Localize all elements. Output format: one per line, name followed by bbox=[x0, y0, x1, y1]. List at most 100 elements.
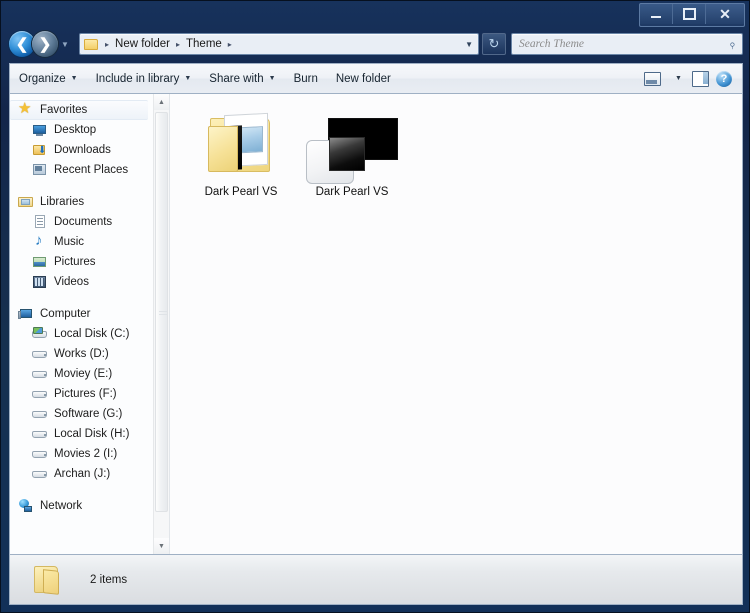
explorer-body: Favorites Desktop Downloads Recent Place… bbox=[9, 93, 743, 555]
caret-down-icon: ▼ bbox=[158, 542, 165, 550]
chevron-down-icon: ▼ bbox=[675, 75, 682, 82]
share-with-button[interactable]: Share with ▼ bbox=[200, 67, 284, 91]
drive-icon bbox=[32, 446, 48, 462]
videos-icon bbox=[32, 274, 48, 290]
sidebar-item-software-g[interactable]: Software (G:) bbox=[10, 404, 169, 424]
close-icon: ✕ bbox=[719, 6, 731, 22]
system-drive-icon bbox=[32, 326, 48, 342]
sidebar-item-pictures[interactable]: Pictures bbox=[10, 252, 169, 272]
sidebar-item-label: Downloads bbox=[54, 144, 111, 156]
breadcrumb-theme[interactable]: Theme bbox=[184, 38, 224, 50]
sidebar-item-music[interactable]: Music bbox=[10, 232, 169, 252]
desktop-icon bbox=[32, 122, 48, 138]
sidebar-item-label: Local Disk (H:) bbox=[54, 428, 130, 440]
sidebar-item-label: Documents bbox=[54, 216, 113, 228]
sidebar-item-documents[interactable]: Documents bbox=[10, 212, 169, 232]
sidebar-item-pictures-f[interactable]: Pictures (F:) bbox=[10, 384, 169, 404]
organize-label: Organize bbox=[19, 72, 66, 85]
drive-icon bbox=[32, 466, 48, 482]
sidebar-item-computer[interactable]: Computer bbox=[10, 304, 169, 324]
breadcrumb-folder-icon bbox=[84, 38, 99, 50]
include-in-library-button[interactable]: Include in library ▼ bbox=[87, 67, 201, 91]
sidebar-item-label: Local Disk (C:) bbox=[54, 328, 130, 340]
computer-icon bbox=[18, 306, 34, 322]
libraries-icon bbox=[18, 194, 34, 210]
search-icon: ⌕ bbox=[724, 36, 740, 51]
breadcrumb-separator: ▸ bbox=[175, 39, 180, 49]
sidebar-item-label: Desktop bbox=[54, 124, 97, 136]
sidebar-item-recent-places[interactable]: Recent Places bbox=[10, 160, 169, 180]
refresh-button[interactable]: ↻ bbox=[482, 33, 506, 55]
search-input[interactable]: Search Theme bbox=[519, 38, 584, 50]
search-box[interactable]: Search Theme ⌕ bbox=[511, 33, 743, 55]
sidebar-item-local-disk-h[interactable]: Local Disk (H:) bbox=[10, 424, 169, 444]
change-view-button[interactable] bbox=[641, 68, 663, 90]
sidebar-item-works-d[interactable]: Works (D:) bbox=[10, 344, 169, 364]
new-folder-button[interactable]: New folder bbox=[327, 67, 400, 91]
recent-places-icon bbox=[32, 162, 48, 178]
preview-pane-button[interactable] bbox=[689, 68, 711, 90]
window-controls: ✕ bbox=[639, 3, 745, 27]
drive-icon bbox=[32, 386, 48, 402]
sidebar-item-desktop[interactable]: Desktop bbox=[10, 120, 169, 140]
file-list-pane[interactable]: Dark Pearl VS Dark Pearl VS bbox=[170, 94, 742, 554]
sidebar-item-favorites[interactable]: Favorites bbox=[10, 99, 148, 120]
address-dropdown-button[interactable]: ▼ bbox=[465, 40, 473, 49]
forward-arrow-icon: ❯ bbox=[38, 36, 52, 53]
sidebar-scrollbar[interactable]: ▲ ▼ bbox=[153, 94, 169, 554]
view-dropdown-button[interactable]: ▼ bbox=[665, 68, 687, 90]
sidebar-item-downloads[interactable]: Downloads bbox=[10, 140, 169, 160]
documents-icon bbox=[32, 214, 48, 230]
sidebar-item-label: Favorites bbox=[40, 104, 88, 116]
organize-button[interactable]: Organize ▼ bbox=[10, 67, 87, 91]
sidebar-item-label: Works (D:) bbox=[54, 348, 109, 360]
sidebar-item-label: Computer bbox=[40, 308, 91, 320]
scroll-down-button[interactable]: ▼ bbox=[154, 538, 169, 554]
history-dropdown-button[interactable]: ▼ bbox=[61, 40, 69, 49]
close-button[interactable]: ✕ bbox=[706, 4, 744, 24]
chevron-down-icon: ▼ bbox=[184, 75, 192, 82]
burn-button[interactable]: Burn bbox=[285, 67, 327, 91]
chevron-down-icon: ▼ bbox=[61, 39, 69, 49]
minimize-button[interactable] bbox=[640, 4, 673, 24]
drive-icon bbox=[32, 346, 48, 362]
sidebar-item-label: Network bbox=[40, 500, 83, 512]
address-bar[interactable]: ▸ New folder ▸ Theme ▸ ▼ bbox=[79, 33, 479, 55]
help-icon: ? bbox=[716, 70, 732, 87]
folder-front bbox=[208, 126, 238, 172]
address-bar-row: ❮ ❯ ▼ ▸ New folder ▸ Theme ▸ ▼ ↻ Search … bbox=[1, 29, 749, 61]
list-item[interactable]: Dark Pearl VS bbox=[297, 104, 407, 198]
forward-button[interactable]: ❯ bbox=[32, 31, 58, 57]
navigation-buttons: ❮ ❯ ▼ bbox=[9, 31, 69, 57]
title-bar: ✕ bbox=[1, 1, 749, 29]
sidebar-item-label: Pictures (F:) bbox=[54, 388, 117, 400]
scrollbar-thumb[interactable] bbox=[155, 112, 168, 512]
scroll-up-button[interactable]: ▲ bbox=[154, 94, 169, 110]
sidebar-item-moviey-e[interactable]: Moviey (E:) bbox=[10, 364, 169, 384]
breadcrumb-separator: ▸ bbox=[227, 39, 232, 49]
sidebar-item-label: Pictures bbox=[54, 256, 96, 268]
sidebar-item-label: Archan (J:) bbox=[54, 468, 111, 480]
sidebar-item-archan-j[interactable]: Archan (J:) bbox=[10, 464, 169, 484]
sidebar-item-movies-2-i[interactable]: Movies 2 (I:) bbox=[10, 444, 169, 464]
maximize-button[interactable] bbox=[673, 4, 706, 24]
explorer-window: ✕ ❮ ❯ ▼ ▸ New folder ▸ Theme ▸ ▼ ↻ Searc… bbox=[0, 0, 750, 613]
sidebar-item-libraries[interactable]: Libraries bbox=[10, 192, 169, 212]
downloads-icon bbox=[32, 142, 48, 158]
sidebar-item-videos[interactable]: Videos bbox=[10, 272, 169, 292]
navigation-list: Favorites Desktop Downloads Recent Place… bbox=[10, 94, 169, 516]
sidebar-item-network[interactable]: Network bbox=[10, 496, 169, 516]
sidebar-item-label: Videos bbox=[54, 276, 89, 288]
folder-icon bbox=[30, 564, 64, 596]
sidebar-item-local-disk-c[interactable]: Local Disk (C:) bbox=[10, 324, 169, 344]
sidebar-item-label: Libraries bbox=[40, 196, 85, 208]
chevron-down-icon: ▼ bbox=[70, 75, 78, 82]
breadcrumb-new-folder[interactable]: New folder bbox=[113, 38, 172, 50]
help-button[interactable]: ? bbox=[713, 68, 735, 90]
list-item[interactable]: Dark Pearl VS bbox=[186, 104, 296, 198]
sidebar-item-label: Software (G:) bbox=[54, 408, 123, 420]
back-arrow-icon: ❮ bbox=[15, 36, 29, 53]
